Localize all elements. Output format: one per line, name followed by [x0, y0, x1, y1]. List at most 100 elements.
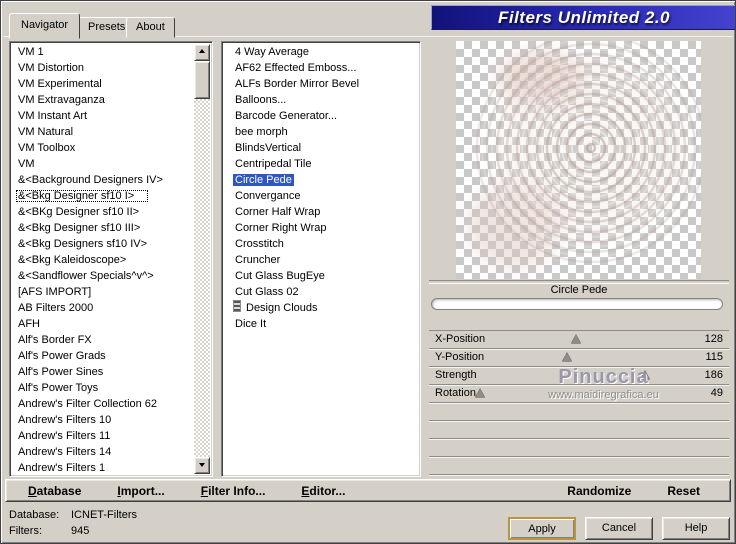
category-item[interactable]: &<Bkg Kaleidoscope> — [12, 252, 194, 268]
category-item[interactable]: &<BKg Designer sf10 II> — [12, 204, 194, 220]
category-item[interactable]: Alf's Border FX — [12, 332, 194, 348]
status-area: Database: ICNET-Filters Filters: 945 — [9, 509, 137, 537]
parameter-value: 186 — [704, 369, 723, 381]
category-item[interactable]: &<Bkg Designers sf10 IV> — [12, 236, 194, 252]
slider-marker-icon[interactable] — [571, 335, 581, 344]
slider-marker-icon[interactable] — [475, 389, 485, 398]
tab-about[interactable]: About — [126, 17, 175, 38]
category-item-label: VM — [18, 158, 35, 170]
parameter-slider[interactable]: Y-Position 115 — [429, 349, 729, 367]
slider-marker-icon[interactable] — [640, 371, 650, 380]
filter-item[interactable]: 4 Way Average — [224, 44, 418, 60]
filter-item-label: Corner Right Wrap — [235, 222, 327, 234]
category-scrollbar[interactable] — [194, 44, 210, 474]
cancel-button[interactable]: Cancel — [585, 517, 653, 540]
scroll-down-button[interactable] — [194, 457, 210, 474]
category-item[interactable]: Andrew's Filters 11 — [12, 428, 194, 444]
category-item-label: VM Instant Art — [18, 110, 88, 122]
filter-item[interactable]: Barcode Generator... — [224, 108, 418, 124]
help-button[interactable]: Help — [662, 517, 730, 540]
tab-navigator-label: Navigator — [21, 19, 69, 31]
filter-item-label: Convergance — [235, 190, 301, 202]
category-item[interactable]: AFH — [12, 316, 194, 332]
filter-item[interactable]: Design Clouds — [224, 300, 418, 316]
parameter-slider-empty[interactable] — [429, 421, 729, 439]
menubar: Database Import... Filter Info... Editor… — [5, 479, 731, 502]
category-item[interactable]: Andrew's Filters 10 — [12, 412, 194, 428]
filter-item[interactable]: Convergance — [224, 188, 418, 204]
category-item[interactable]: AB Filters 2000 — [12, 300, 194, 316]
category-listbox: VM 1 VM Distortion VM Experimental VM Extra… — [9, 41, 213, 477]
category-item[interactable]: Alf's Power Toys — [12, 380, 194, 396]
category-item[interactable]: Andrew's Filters 14 — [12, 444, 194, 460]
filter-preview[interactable] — [456, 41, 701, 279]
category-item[interactable]: [AFS IMPORT] — [12, 284, 194, 300]
filter-item[interactable]: Crosstitch — [224, 236, 418, 252]
parameter-slider[interactable]: Strength 186 — [429, 367, 729, 385]
filter-item[interactable]: Cruncher — [224, 252, 418, 268]
category-item[interactable]: VM 1 — [12, 44, 194, 60]
category-item[interactable]: Alf's Power Grads — [12, 348, 194, 364]
menu-filter-info[interactable]: Filter Info... — [201, 484, 266, 498]
parameter-slider-empty[interactable] — [429, 439, 729, 457]
tab-navigator[interactable]: Navigator — [9, 13, 81, 39]
menu-reset[interactable]: Reset — [667, 484, 700, 498]
category-item[interactable]: &<Bkg Designer sf10 III> — [12, 220, 194, 236]
filter-item[interactable]: Cut Glass 02 — [224, 284, 418, 300]
filter-item[interactable]: Cut Glass BugEye — [224, 268, 418, 284]
filter-item-label: Dice It — [235, 318, 267, 330]
parameter-slider[interactable]: Rotation 49 — [429, 385, 729, 403]
category-item-label: VM Experimental — [18, 78, 102, 90]
filter-item[interactable]: AF62 Effected Emboss... — [224, 60, 418, 76]
category-item[interactable]: VM Toolbox — [12, 140, 194, 156]
tab-presets-label: Presets — [88, 21, 126, 33]
category-item-label: &<Bkg Designers sf10 IV> — [18, 238, 148, 250]
menu-database[interactable]: Database — [28, 484, 81, 498]
filter-listbox: 4 Way Average AF62 Effected Emboss... ALFs… — [221, 41, 421, 477]
apply-button[interactable]: Apply — [508, 517, 576, 540]
category-item[interactable]: VM Experimental — [12, 76, 194, 92]
category-item-label: &<Bkg Kaleidoscope> — [18, 254, 127, 266]
filters-unlimited-window: Navigator Presets About Filters Unlimite… — [0, 0, 736, 544]
category-item[interactable]: VM Natural — [12, 124, 194, 140]
filter-item[interactable]: Corner Right Wrap — [224, 220, 418, 236]
filter-item-label: 4 Way Average — [235, 46, 309, 58]
filter-item[interactable]: Corner Half Wrap — [224, 204, 418, 220]
parameter-slider-empty[interactable] — [429, 457, 729, 475]
scrollbar-track[interactable] — [194, 61, 210, 457]
category-item[interactable]: Alf's Power Sines — [12, 364, 194, 380]
category-item[interactable]: VM Extravaganza — [12, 92, 194, 108]
preview-ripple-svg — [468, 41, 701, 268]
category-item-label: AFH — [18, 318, 40, 330]
filter-item[interactable]: Balloons... — [224, 92, 418, 108]
category-item[interactable]: VM — [12, 156, 194, 172]
category-item[interactable]: Andrew's Filter Collection 62 — [12, 396, 194, 412]
filter-item[interactable]: bee morph — [224, 124, 418, 140]
scroll-up-button[interactable] — [194, 44, 210, 61]
filter-item[interactable]: Centripedal Tile — [224, 156, 418, 172]
filter-item-label: Corner Half Wrap — [235, 206, 321, 218]
app-title: Filters Unlimited 2.0 — [497, 7, 671, 27]
menu-import[interactable]: Import... — [117, 484, 164, 498]
filter-item[interactable]: Circle Pede — [224, 172, 418, 188]
slider-marker-icon[interactable] — [562, 353, 572, 362]
category-item-label: Andrew's Filters 10 — [18, 414, 112, 426]
menu-randomize[interactable]: Randomize — [567, 484, 631, 498]
filter-item[interactable]: Dice It — [224, 316, 418, 332]
category-item[interactable]: Andrew's Filters 1 — [12, 460, 194, 474]
category-item[interactable]: &<Sandflower Specials^v^> — [12, 268, 194, 284]
filter-item[interactable]: ALFs Border Mirror Bevel — [224, 76, 418, 92]
category-item[interactable]: VM Instant Art — [12, 108, 194, 124]
category-item-label: Andrew's Filters 14 — [18, 446, 112, 458]
category-list: VM 1 VM Distortion VM Experimental VM Extra… — [12, 44, 194, 474]
category-item[interactable]: &<Background Designers IV> — [12, 172, 194, 188]
scrollbar-thumb[interactable] — [194, 61, 210, 99]
parameter-slider-empty[interactable] — [429, 403, 729, 421]
parameter-label: Rotation — [435, 387, 476, 399]
category-item-label: &<Bkg Designer sf10 III> — [18, 222, 141, 234]
parameter-slider[interactable]: X-Position 128 — [429, 331, 729, 349]
menu-editor[interactable]: Editor... — [301, 484, 345, 498]
filter-item[interactable]: BlindsVertical — [224, 140, 418, 156]
category-item[interactable]: &<Bkg Designer sf10 I> — [12, 188, 194, 204]
category-item[interactable]: VM Distortion — [12, 60, 194, 76]
